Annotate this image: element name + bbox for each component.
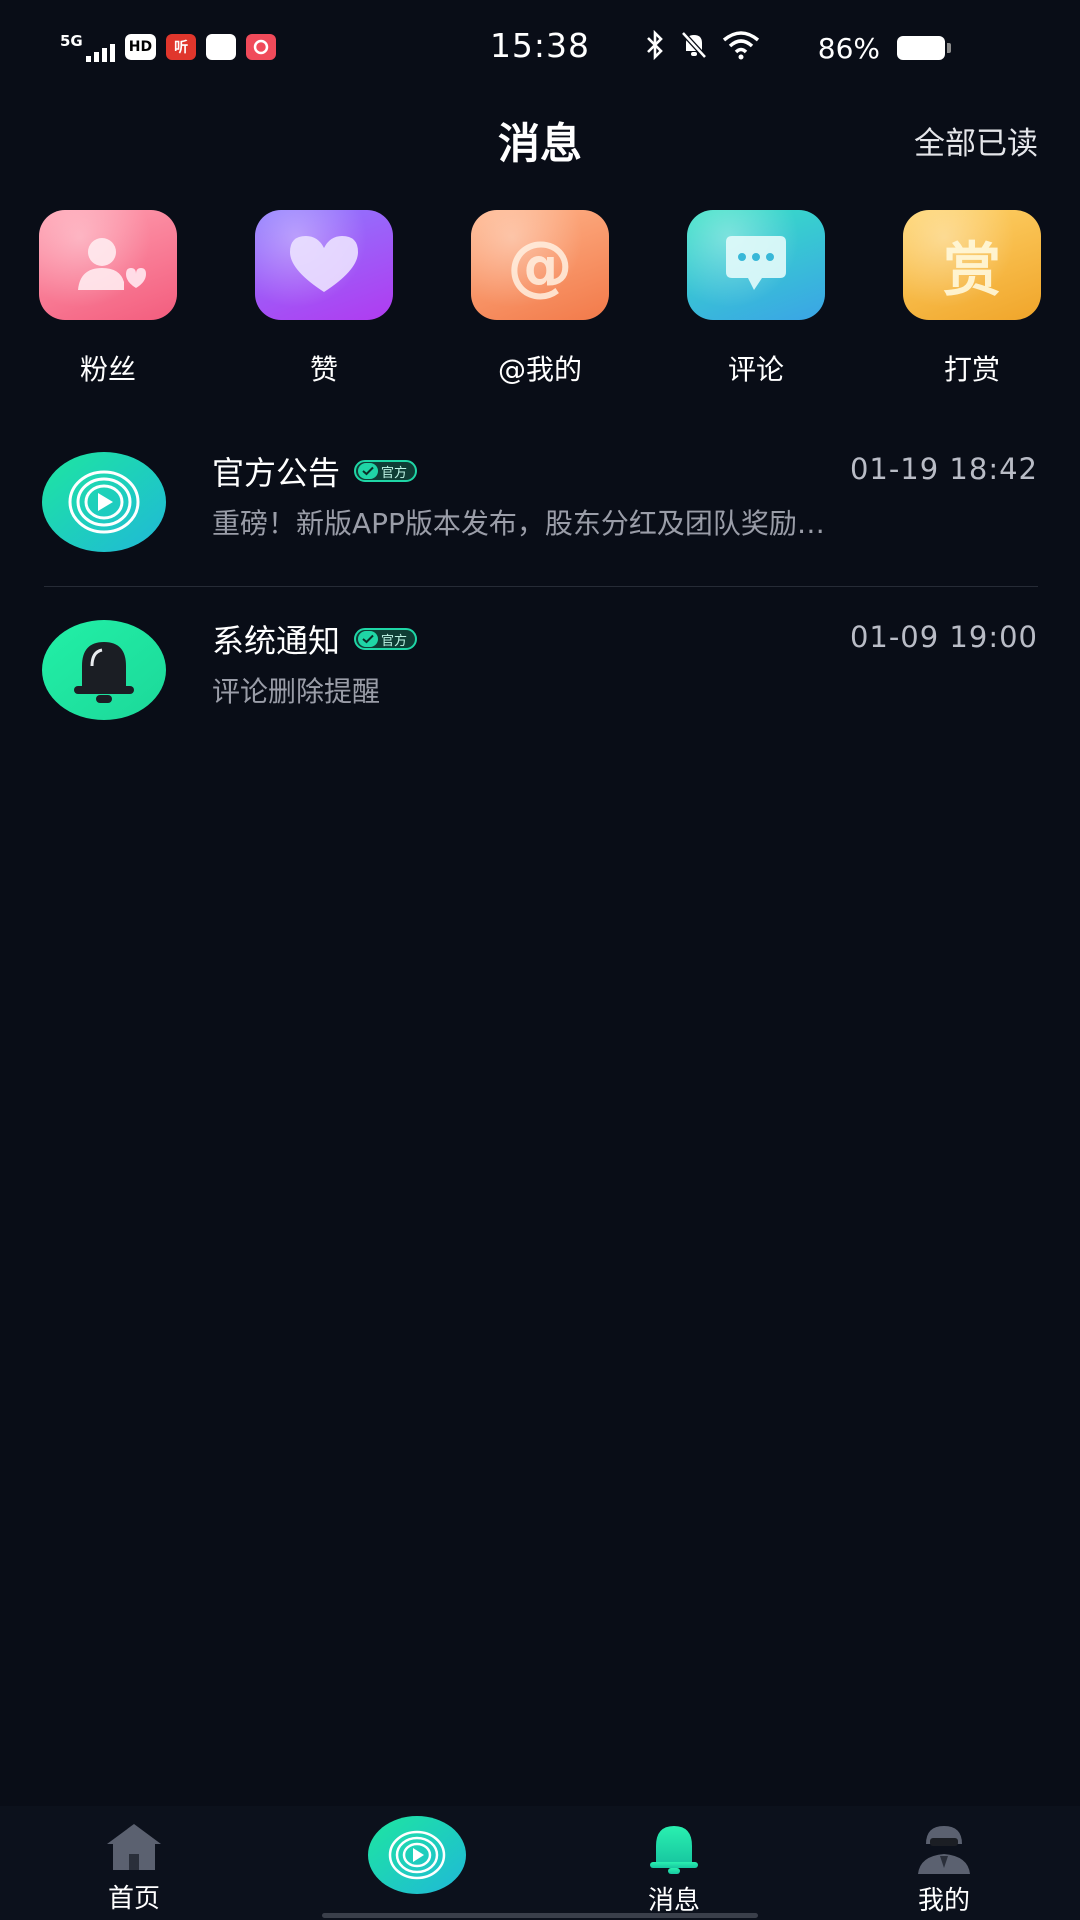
at-icon: @ (471, 210, 609, 320)
battery-percent: 86% (817, 32, 880, 65)
message-item-announcement[interactable]: 官方公告 官方 01-19 18:42 重磅！新版APP版本发布，股东分红及团队… (42, 436, 1038, 576)
system-avatar (42, 620, 166, 720)
status-right-icons (644, 29, 760, 67)
category-label: 粉丝 (79, 353, 136, 386)
category-label: 评论 (727, 353, 784, 386)
message-time: 01-19 18:42 (849, 452, 1038, 486)
bluetooth-icon (644, 29, 666, 67)
reward-icon: 赏 (903, 210, 1041, 320)
category-comments[interactable]: 评论 (686, 210, 826, 388)
battery-icon (897, 36, 951, 60)
home-icon (107, 1824, 161, 1870)
comment-icon (687, 210, 825, 320)
nav-mine[interactable]: 我的 (874, 1822, 1014, 1917)
message-name: 官方公告 (212, 454, 341, 492)
nav-label: 消息 (647, 1886, 700, 1916)
category-label: @我的 (497, 353, 582, 386)
nav-home[interactable]: 首页 (64, 1822, 204, 1915)
play-icon (368, 1816, 466, 1894)
message-preview: 评论删除提醒 (212, 675, 381, 708)
message-title: 系统通知 官方 (212, 616, 418, 662)
fans-icon (39, 210, 177, 320)
official-badge: 官方 (354, 628, 418, 650)
message-preview: 重磅！新版APP版本发布，股东分红及团队奖励… (212, 507, 825, 540)
bottom-nav: 首页 消息 我的 (0, 1806, 1080, 1920)
category-label: 打赏 (943, 353, 1000, 386)
category-label: 赞 (309, 353, 338, 386)
official-badge: 官方 (354, 460, 418, 482)
category-mentions[interactable]: @ @我的 (470, 210, 610, 388)
home-indicator (322, 1913, 758, 1918)
check-icon (358, 631, 379, 647)
category-likes[interactable]: 赞 (254, 210, 394, 388)
nav-messages[interactable]: 消息 (604, 1822, 744, 1917)
check-icon (358, 463, 379, 479)
message-time: 01-09 19:00 (849, 620, 1038, 654)
mute-bell-icon (680, 30, 708, 67)
list-divider (44, 586, 1038, 587)
message-name: 系统通知 (212, 622, 341, 660)
category-fans[interactable]: 粉丝 (38, 210, 178, 388)
badge-label: 官方 (381, 465, 408, 481)
bell-icon (42, 620, 166, 720)
nav-label: 我的 (917, 1886, 970, 1916)
message-title: 官方公告 官方 (212, 448, 418, 494)
announcement-avatar (42, 452, 166, 552)
message-item-system[interactable]: 系统通知 官方 01-09 19:00 评论删除提醒 (42, 604, 1038, 744)
badge-label: 官方 (381, 633, 408, 649)
category-row: 粉丝 赞 @ @我的 评论 赏 打赏 (0, 210, 1080, 390)
nav-label: 首页 (107, 1884, 160, 1914)
category-rewards[interactable]: 赏 打赏 (902, 210, 1042, 388)
user-icon (918, 1826, 970, 1874)
bell-icon (650, 1826, 698, 1874)
nav-video-button[interactable] (368, 1816, 466, 1894)
mark-all-read-button[interactable]: 全部已读 (914, 118, 1038, 163)
play-icon (42, 452, 166, 552)
heart-icon (255, 210, 393, 320)
status-bar: 5G HD 听 15:38 86% (0, 0, 1080, 100)
wifi-icon (722, 30, 760, 67)
